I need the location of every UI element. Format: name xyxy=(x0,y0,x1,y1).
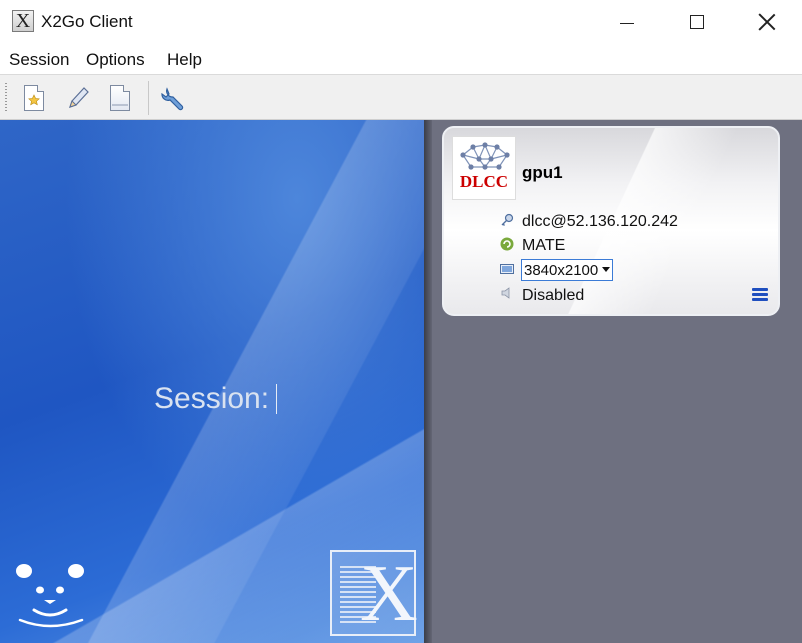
new-session-button[interactable] xyxy=(20,83,50,113)
new-session-icon xyxy=(24,85,44,111)
close-button[interactable] xyxy=(732,0,802,44)
maximize-icon xyxy=(690,15,704,29)
delete-session-icon xyxy=(110,85,130,111)
toolbar-grip[interactable] xyxy=(5,83,7,113)
resolution-value: 3840x2100 xyxy=(524,262,598,279)
title-bar: X X2Go Client xyxy=(0,0,802,44)
maximize-button[interactable] xyxy=(662,0,732,44)
toolbar xyxy=(0,74,802,120)
preferences-button[interactable] xyxy=(158,83,188,113)
preferences-wrench-icon xyxy=(161,87,184,111)
minimize-button[interactable] xyxy=(592,0,662,44)
login-panel: Session: X xyxy=(0,120,424,643)
panda-logo-icon xyxy=(16,564,84,628)
session-input[interactable] xyxy=(276,384,277,414)
x2go-logo-icon: X xyxy=(330,550,418,636)
resolution-select[interactable]: 3840x2100 xyxy=(521,259,613,281)
x2go-app-icon: X xyxy=(12,10,34,32)
chevron-down-icon xyxy=(602,267,610,272)
edit-session-button[interactable] xyxy=(62,83,92,113)
session-label: Session: xyxy=(154,382,270,415)
menu-help[interactable]: Help xyxy=(167,50,202,70)
key-icon xyxy=(501,213,514,226)
session-avatar: DLCC xyxy=(452,136,516,200)
close-icon xyxy=(758,13,776,31)
menu-session[interactable]: Session xyxy=(9,50,69,70)
edit-session-icon xyxy=(69,87,89,108)
session-card[interactable]: DLCC gpu1 dlcc@52.136.120.242 MATE 3840x… xyxy=(442,126,780,316)
window-title: X2Go Client xyxy=(41,12,133,31)
menu-options[interactable]: Options xyxy=(86,50,145,70)
session-sound: Disabled xyxy=(522,287,585,304)
session-host: dlcc@52.136.120.242 xyxy=(522,213,678,230)
session-name: gpu1 xyxy=(522,163,563,182)
speaker-icon xyxy=(501,287,510,299)
minimize-icon xyxy=(620,22,634,24)
avatar-text: DLCC xyxy=(460,172,508,191)
mate-desktop-icon xyxy=(500,237,514,251)
menu-bar: Session Options Help xyxy=(0,44,802,74)
session-menu-button[interactable] xyxy=(752,288,768,302)
session-desktop: MATE xyxy=(522,237,566,254)
toolbar-separator xyxy=(148,81,149,115)
delete-session-button[interactable] xyxy=(106,83,136,113)
display-icon xyxy=(500,264,514,274)
